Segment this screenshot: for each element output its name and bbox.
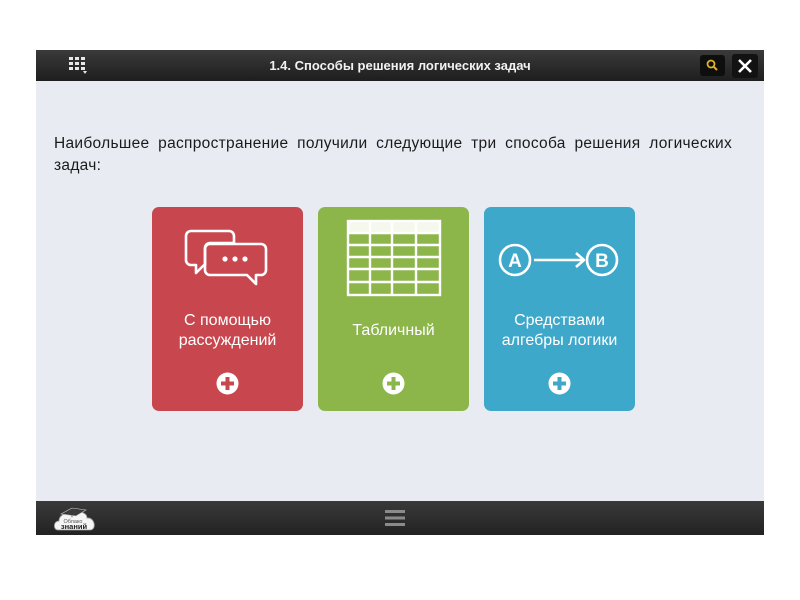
logo-text-bottom: знаний xyxy=(61,522,88,531)
card-reasoning[interactable]: С помощью рассуждений xyxy=(152,207,303,411)
content-area: Наибольшее распространение получили след… xyxy=(36,81,764,501)
card-label: Средствами алгебры логики xyxy=(501,312,618,349)
plus-icon[interactable] xyxy=(382,372,405,395)
intro-text: Наибольшее распространение получили след… xyxy=(54,135,732,174)
app-window: 1.4. Способы решения логических задач На… xyxy=(36,50,764,535)
close-button[interactable] xyxy=(732,54,758,78)
card-logic-algebra[interactable]: A B Средствами алгебры логики xyxy=(484,207,635,411)
card-table[interactable]: Табличный xyxy=(318,207,469,411)
magnifier-icon xyxy=(706,59,718,71)
a-to-b-icon: A B xyxy=(498,243,619,277)
svg-text:B: B xyxy=(595,251,609,272)
table-icon xyxy=(346,219,442,297)
hamburger-icon xyxy=(385,510,405,526)
page-title: 1.4. Способы решения логических задач xyxy=(269,58,531,73)
card-label: С помощью рассуждений xyxy=(178,312,277,349)
card-label: Табличный xyxy=(352,322,435,339)
close-icon xyxy=(738,59,752,73)
speech-bubbles-icon xyxy=(184,229,268,286)
svg-text:A: A xyxy=(508,251,522,272)
title-bar: 1.4. Способы решения логических задач xyxy=(36,50,764,81)
cloud-logo-icon[interactable]: Облако знаний xyxy=(52,504,98,533)
bottom-bar: Облако знаний xyxy=(36,501,764,535)
plus-icon[interactable] xyxy=(548,372,571,395)
bottom-menu-button[interactable] xyxy=(384,507,406,529)
plus-icon[interactable] xyxy=(216,372,239,395)
search-button[interactable] xyxy=(700,55,725,76)
